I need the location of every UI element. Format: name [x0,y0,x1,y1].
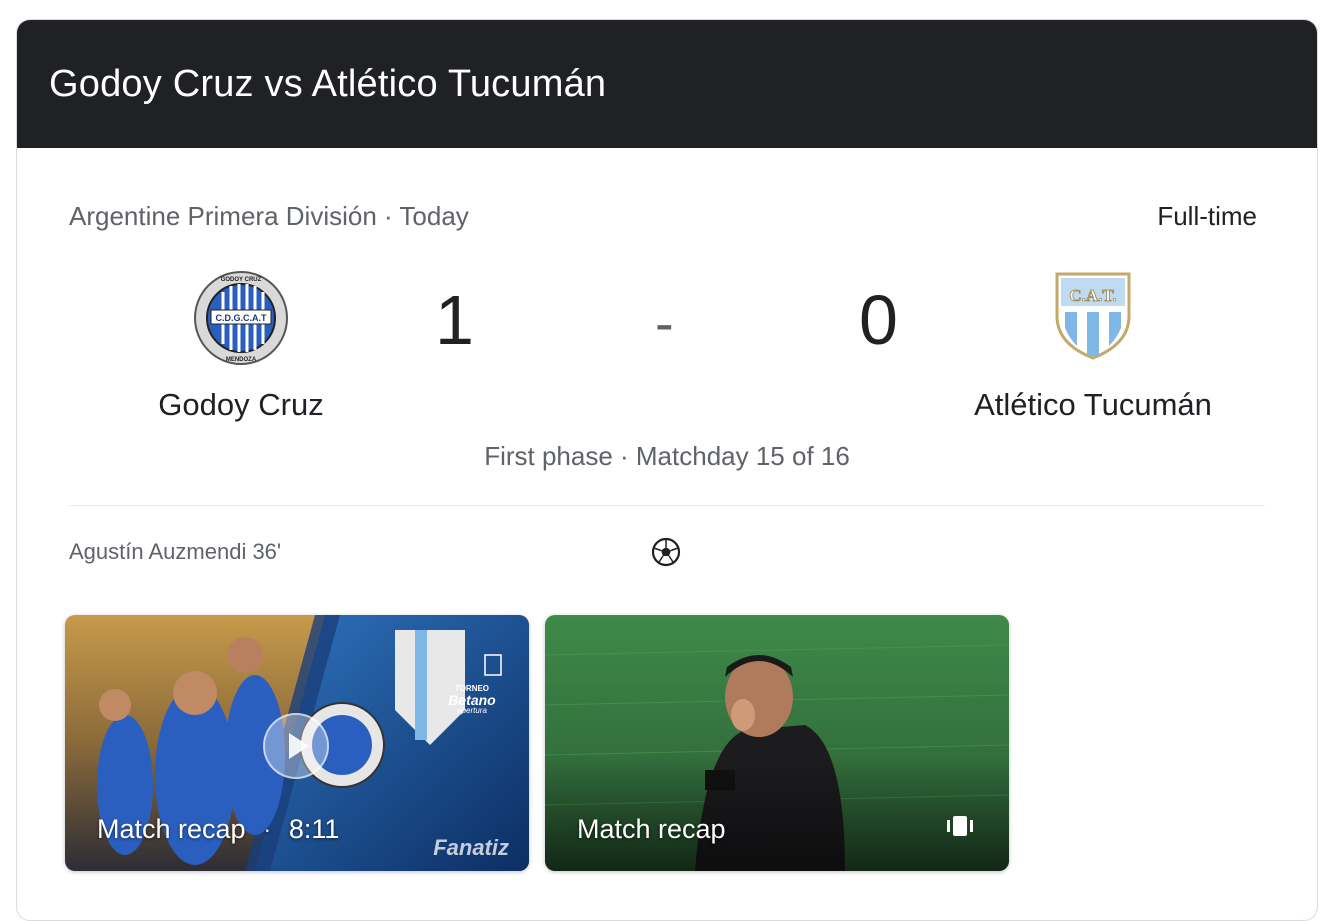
video-label: Match recap [577,814,726,844]
match-status: Full-time [1157,201,1257,231]
video-caption-2: Match recap [577,814,726,845]
match-header: Godoy Cruz vs Atlético Tucumán [17,20,1317,148]
tournament-badge: TORNEO Betano apertura [437,685,507,715]
play-icon[interactable] [263,713,329,779]
video-match-recap-2[interactable]: Match recap [545,615,1009,871]
crest-mid-text: C.D.G.C.A.T [216,313,268,323]
badge-line3: apertura [457,706,487,715]
soccer-ball-icon [651,537,681,572]
match-meta: Argentine Primera División · Today Full-… [69,201,1257,232]
home-score: 1 [435,281,474,359]
match-phase: First phase · Matchday 15 of 16 [484,441,850,471]
godoy-cruz-crest-icon[interactable]: C.D.G.C.A.T GODOY CRUZ MENDOZA [193,270,289,371]
match-title[interactable]: Godoy Cruz vs Atlético Tucumán [49,63,606,106]
divider [69,505,1265,506]
match-card: Godoy Cruz vs Atlético Tucumán Argentine… [16,19,1318,921]
atletico-tucuman-crest-icon[interactable]: C.A.T. [1055,272,1131,365]
shorts-icon [947,816,973,841]
badge-line2: Betano [448,692,496,708]
crest-text: C.A.T. [1069,286,1116,305]
league-date[interactable]: Argentine Primera División · Today [69,201,469,232]
away-team-name[interactable]: Atlético Tucumán [957,387,1229,423]
video-match-recap-1[interactable]: Match recap · 8:11 Fanatiz TORNEO Betano… [65,615,529,871]
score-separator: - [655,291,674,354]
video-brand: Fanatiz [433,835,509,860]
home-team-name[interactable]: Godoy Cruz [129,387,353,423]
caption-separator: · [263,816,271,842]
video-duration: 8:11 [288,814,340,844]
video-label: Match recap [97,814,246,844]
away-score: 0 [859,281,898,359]
video-caption-1: Match recap · 8:11 [97,814,339,845]
goal-scorer: Agustín Auzmendi 36' [69,539,282,564]
crest-top-text: GODOY CRUZ [221,277,262,283]
crest-bottom-text: MENDOZA [226,357,257,363]
